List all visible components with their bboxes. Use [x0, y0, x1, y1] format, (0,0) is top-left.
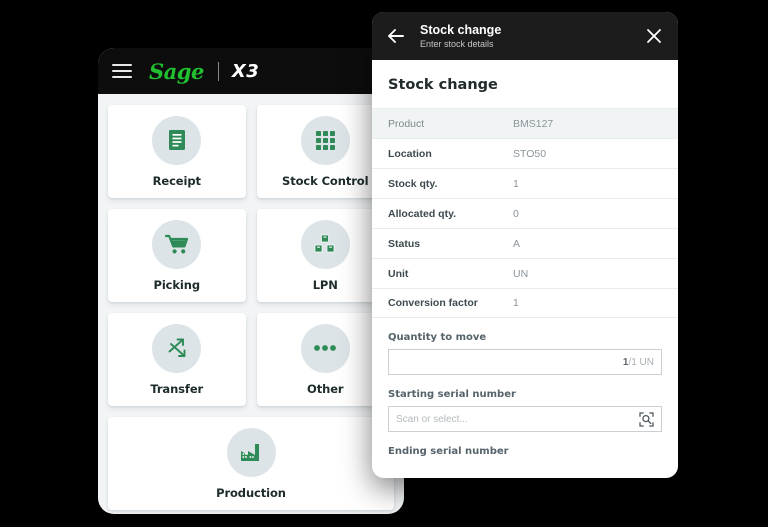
- tile-icon-circle: [300, 219, 350, 269]
- hamburger-menu-icon[interactable]: [112, 64, 132, 78]
- tile-row: Receipt Stock Control: [108, 105, 394, 198]
- grid-dots-icon: [315, 130, 336, 151]
- ellipsis-icon: [313, 344, 337, 352]
- tile-transfer[interactable]: Transfer: [108, 313, 246, 406]
- detail-row-allocated-qty[interactable]: Allocated qty. 0: [372, 198, 678, 228]
- detail-key: Product: [388, 117, 425, 130]
- tile-icon-circle: [226, 427, 276, 477]
- stock-change-panel: Stock change Enter stock details Stock c…: [372, 12, 678, 478]
- tile-icon-circle: [152, 323, 202, 373]
- panel-header: Stock change Enter stock details: [372, 12, 678, 60]
- tile-label: Production: [216, 485, 286, 500]
- quantity-to-move-input[interactable]: 1/1 UN: [388, 349, 662, 375]
- app-header: Sage X3 NA021: [98, 48, 404, 94]
- ending-serial-label: Ending serial number: [388, 446, 509, 457]
- tile-icon-circle: [152, 115, 202, 165]
- tile-icon-circle: [152, 219, 202, 269]
- detail-row-conversion-factor[interactable]: Conversion factor 1: [372, 288, 678, 318]
- detail-key: Location: [388, 147, 432, 160]
- document-list-icon: [167, 129, 187, 151]
- sage-logo: Sage: [149, 58, 204, 84]
- back-arrow-icon[interactable]: [386, 26, 406, 46]
- detail-value: A: [513, 237, 521, 250]
- section-title: Stock change: [388, 77, 498, 93]
- transfer-arrows-icon: [166, 337, 188, 359]
- stock-details-list: Product BMS127 Location STO50 Stock qty.…: [372, 108, 678, 318]
- scan-select-icon[interactable]: [639, 411, 654, 427]
- detail-value: BMS127: [513, 117, 554, 130]
- detail-row-unit[interactable]: Unit UN: [372, 258, 678, 288]
- tile-label: LPN: [312, 277, 338, 292]
- tile-row: Picking LPN: [108, 209, 394, 302]
- detail-value: 1: [513, 297, 519, 309]
- detail-value: STO50: [513, 147, 547, 160]
- detail-key: Stock qty.: [388, 177, 438, 190]
- detail-row-location[interactable]: Location STO50: [372, 138, 678, 168]
- tile-picking[interactable]: Picking: [108, 209, 246, 302]
- tile-row: Production: [108, 417, 394, 510]
- detail-row-status[interactable]: Status A: [372, 228, 678, 258]
- detail-key: Allocated qty.: [388, 207, 457, 220]
- starting-serial-label: Starting serial number: [388, 389, 516, 400]
- tile-icon-circle: [300, 323, 350, 373]
- quantity-to-move-label: Quantity to move: [388, 332, 487, 343]
- quantity-hint-total: /1 UN: [628, 356, 654, 368]
- panel-header-text: Stock change Enter stock details: [420, 23, 644, 50]
- detail-key: Conversion factor: [388, 297, 478, 309]
- header-divider: [217, 61, 219, 81]
- tile-icon-circle: [300, 115, 350, 165]
- tile-label: Stock Control: [282, 173, 369, 188]
- detail-value: UN: [513, 267, 529, 280]
- mobile-app-window: Sage X3 NA021: [98, 48, 404, 514]
- stacked-boxes-icon: [314, 234, 336, 255]
- tile-row: Transfer Other: [108, 313, 394, 406]
- tile-receipt[interactable]: Receipt: [108, 105, 246, 198]
- tile-label: Other: [307, 381, 344, 396]
- detail-key: Unit: [388, 267, 409, 280]
- screenshot-stage: Sage X3 NA021: [0, 0, 768, 527]
- detail-value: 1: [513, 177, 519, 190]
- product-name-x3: X3: [231, 60, 260, 82]
- tile-production[interactable]: Production: [108, 417, 394, 510]
- panel-title: Stock change: [420, 22, 502, 37]
- factory-icon: [240, 443, 262, 462]
- tile-label: Receipt: [152, 173, 201, 188]
- quantity-hint: 1/1 UN: [623, 357, 654, 368]
- stock-change-form: Quantity to move 1/1 UN Starting serial …: [372, 318, 678, 457]
- tile-grid: Receipt Stock Control Picking LPN Transf…: [98, 94, 404, 510]
- starting-serial-field[interactable]: [388, 406, 662, 432]
- detail-row-product[interactable]: Product BMS127: [372, 108, 678, 138]
- shopping-cart-icon: [164, 234, 189, 255]
- tile-label: Picking: [153, 277, 201, 292]
- panel-subtitle: Enter stock details: [420, 39, 494, 50]
- close-icon[interactable]: [644, 26, 664, 46]
- detail-key: Status: [388, 237, 421, 250]
- detail-value: 0: [513, 207, 519, 220]
- detail-row-stock-qty[interactable]: Stock qty. 1: [372, 168, 678, 198]
- starting-serial-input[interactable]: [396, 413, 639, 425]
- tile-label: Transfer: [150, 381, 204, 396]
